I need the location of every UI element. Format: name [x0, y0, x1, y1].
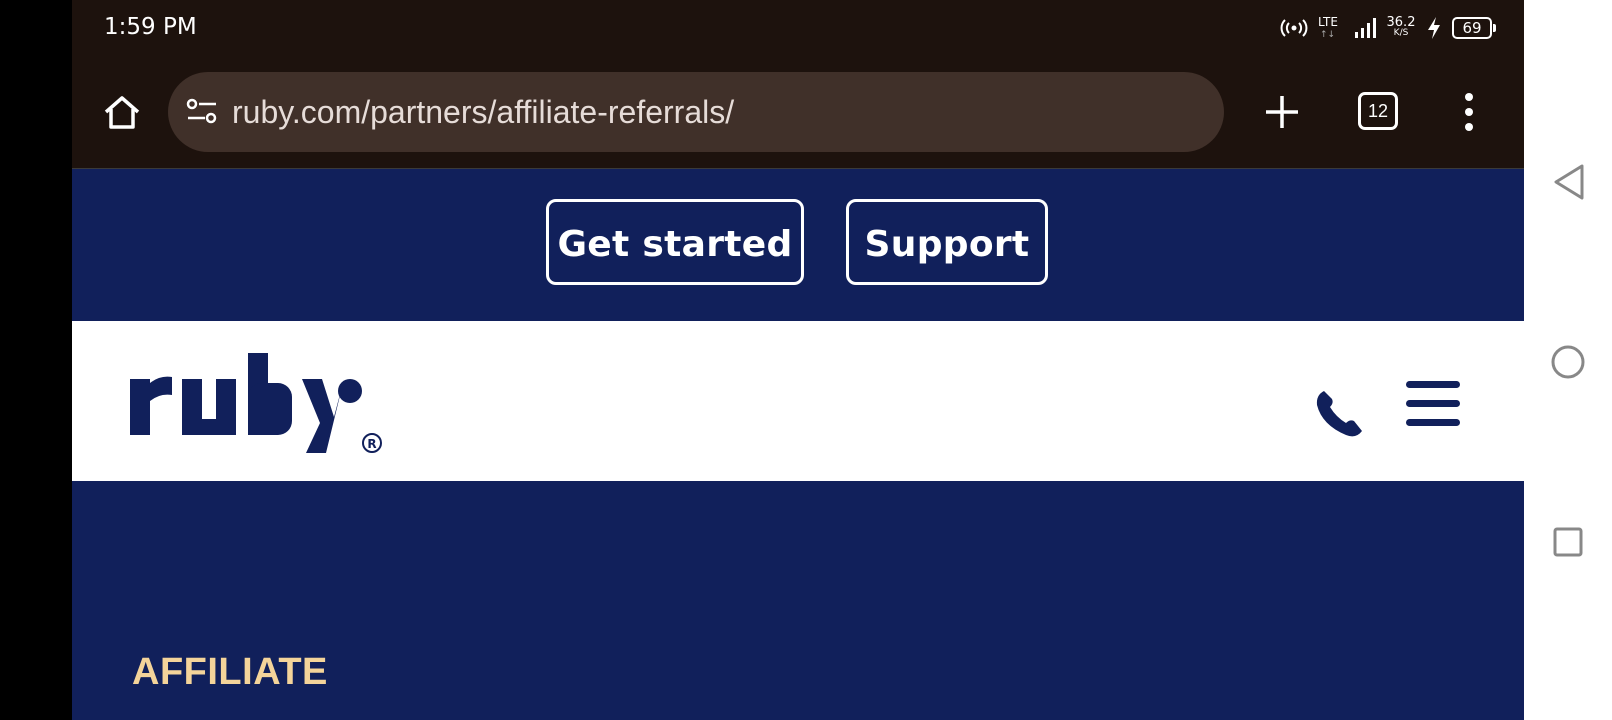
hamburger-icon[interactable]	[1404, 377, 1462, 431]
status-time: 1:59 PM	[104, 14, 197, 40]
hotspot-icon	[1280, 19, 1308, 37]
more-vert-icon[interactable]	[1462, 92, 1476, 132]
hero-section: AFFILIATE	[72, 481, 1524, 720]
home-circle-icon[interactable]	[1550, 344, 1586, 380]
browser-toolbar: ruby.com/partners/affiliate-referrals/ 1…	[72, 56, 1524, 169]
phone-screen: 1:59 PM LTE ↑↓ 36.2 K/S 69 ruby.com/part…	[72, 0, 1524, 720]
net-speed: 36.2 K/S	[1386, 15, 1416, 38]
plus-icon[interactable]	[1260, 90, 1304, 134]
site-header: R	[72, 321, 1524, 481]
site-info-icon[interactable]	[186, 98, 218, 126]
tabs-icon[interactable]: 12	[1358, 92, 1398, 130]
ruby-logo[interactable]: R	[130, 353, 390, 463]
promo-bar: Get started Support	[72, 169, 1524, 321]
signal-icon	[1355, 18, 1376, 38]
home-icon[interactable]	[100, 90, 144, 134]
url-bar[interactable]: ruby.com/partners/affiliate-referrals/	[168, 72, 1224, 152]
hero-eyebrow: AFFILIATE	[132, 651, 328, 693]
charging-icon	[1428, 17, 1440, 39]
android-nav-bar	[1524, 0, 1612, 720]
support-button[interactable]: Support	[846, 199, 1048, 285]
back-icon[interactable]	[1552, 162, 1586, 202]
status-icons: LTE ↑↓ 36.2 K/S 69	[1280, 14, 1496, 42]
status-bar: 1:59 PM LTE ↑↓ 36.2 K/S 69	[72, 0, 1524, 56]
phone-icon[interactable]	[1312, 385, 1368, 441]
svg-text:R: R	[367, 437, 376, 451]
battery-indicator: 69	[1452, 17, 1496, 39]
lte-indicator: LTE ↑↓	[1318, 15, 1338, 40]
get-started-button[interactable]: Get started	[546, 199, 804, 285]
recents-icon[interactable]	[1552, 526, 1584, 558]
url-text: ruby.com/partners/affiliate-referrals/	[232, 94, 735, 130]
